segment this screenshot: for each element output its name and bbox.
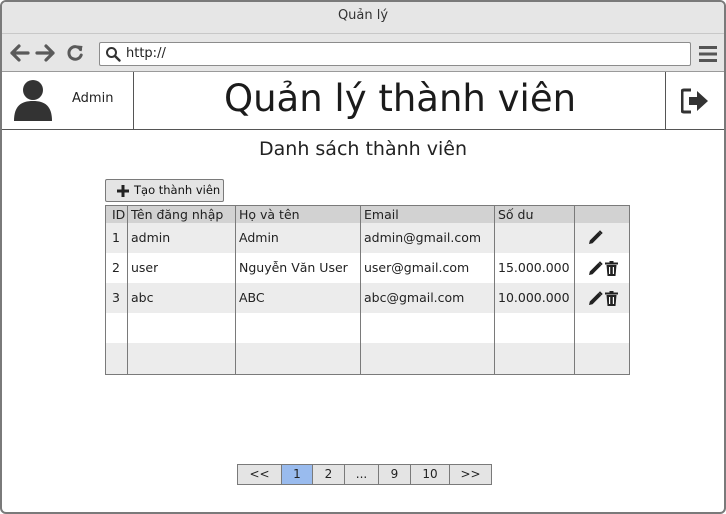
refresh-icon[interactable] xyxy=(65,43,87,63)
column-header: ID xyxy=(112,207,126,222)
forward-arrow-icon[interactable] xyxy=(35,43,57,63)
cell-email: user@gmail.com xyxy=(364,260,470,275)
pagination: << 1 2 ... 9 10 >> xyxy=(237,464,492,485)
cell-fullname: ABC xyxy=(239,290,265,305)
column-divider xyxy=(494,206,495,374)
members-table: ID Tên đăng nhập Họ và tên Email Số dư 1… xyxy=(105,205,630,375)
edit-icon[interactable] xyxy=(588,291,603,310)
page-first-button[interactable]: << xyxy=(238,465,282,484)
column-divider xyxy=(127,206,128,374)
column-divider xyxy=(235,206,236,374)
page-title: Quản lý thành viên xyxy=(223,77,577,120)
column-divider xyxy=(574,206,575,374)
table-row[interactable]: 2 user Nguyễn Văn User user@gmail.com 15… xyxy=(106,253,629,283)
cell-balance: 15.000.000 xyxy=(498,260,570,275)
page-ellipsis: ... xyxy=(345,465,379,484)
column-header: Họ và tên xyxy=(239,207,300,222)
username-label: Admin xyxy=(72,91,114,106)
window-title: Quản lý xyxy=(2,2,724,34)
cell-username: user xyxy=(131,260,159,275)
edit-icon[interactable] xyxy=(588,230,603,249)
trash-icon[interactable] xyxy=(605,261,618,280)
url-text[interactable]: http:// xyxy=(126,46,166,61)
cell-id: 1 xyxy=(112,230,120,245)
logout-button[interactable] xyxy=(665,72,724,129)
page-button-2[interactable]: 2 xyxy=(313,465,345,484)
cell-username: admin xyxy=(131,230,171,245)
page-button-9[interactable]: 9 xyxy=(379,465,411,484)
empty-table-row xyxy=(106,343,629,374)
cell-id: 3 xyxy=(112,290,120,305)
browser-window: Quản lý http:// Admin Quản lý thành viên… xyxy=(0,0,726,514)
page-button-1-active[interactable]: 1 xyxy=(282,465,313,484)
trash-icon[interactable] xyxy=(605,291,618,310)
create-member-button[interactable]: Tạo thành viên xyxy=(105,179,224,202)
hamburger-menu-icon[interactable] xyxy=(698,44,718,64)
user-avatar-icon xyxy=(12,78,54,126)
search-icon xyxy=(105,46,121,66)
section-title: Danh sách thành viên xyxy=(259,138,467,160)
cell-fullname: Admin xyxy=(239,230,279,245)
create-member-label: Tạo thành viên xyxy=(134,183,221,197)
column-divider xyxy=(360,206,361,374)
table-row[interactable]: 1 admin Admin admin@gmail.com xyxy=(106,223,629,253)
table-header-row: ID Tên đăng nhập Họ và tên Email Số dư xyxy=(106,206,629,223)
cell-fullname: Nguyễn Văn User xyxy=(239,260,348,275)
address-bar[interactable]: http:// xyxy=(99,42,691,66)
cell-email: admin@gmail.com xyxy=(364,230,482,245)
column-header: Tên đăng nhập xyxy=(131,207,224,222)
empty-table-row xyxy=(106,313,629,343)
plus-icon xyxy=(117,185,129,197)
page-button-10[interactable]: 10 xyxy=(411,465,450,484)
edit-icon[interactable] xyxy=(588,261,603,280)
page-header: Admin Quản lý thành viên xyxy=(2,72,724,130)
page-last-button[interactable]: >> xyxy=(450,465,491,484)
user-panel: Admin xyxy=(2,72,134,129)
table-row[interactable]: 3 abc ABC abc@gmail.com 10.000.000 xyxy=(106,283,629,313)
back-arrow-icon[interactable] xyxy=(10,43,32,63)
browser-toolbar: http:// xyxy=(2,34,724,72)
column-header: Số dư xyxy=(498,207,534,222)
column-header: Email xyxy=(364,207,399,222)
cell-username: abc xyxy=(131,290,154,305)
cell-email: abc@gmail.com xyxy=(364,290,465,305)
cell-balance: 10.000.000 xyxy=(498,290,570,305)
cell-id: 2 xyxy=(112,260,120,275)
